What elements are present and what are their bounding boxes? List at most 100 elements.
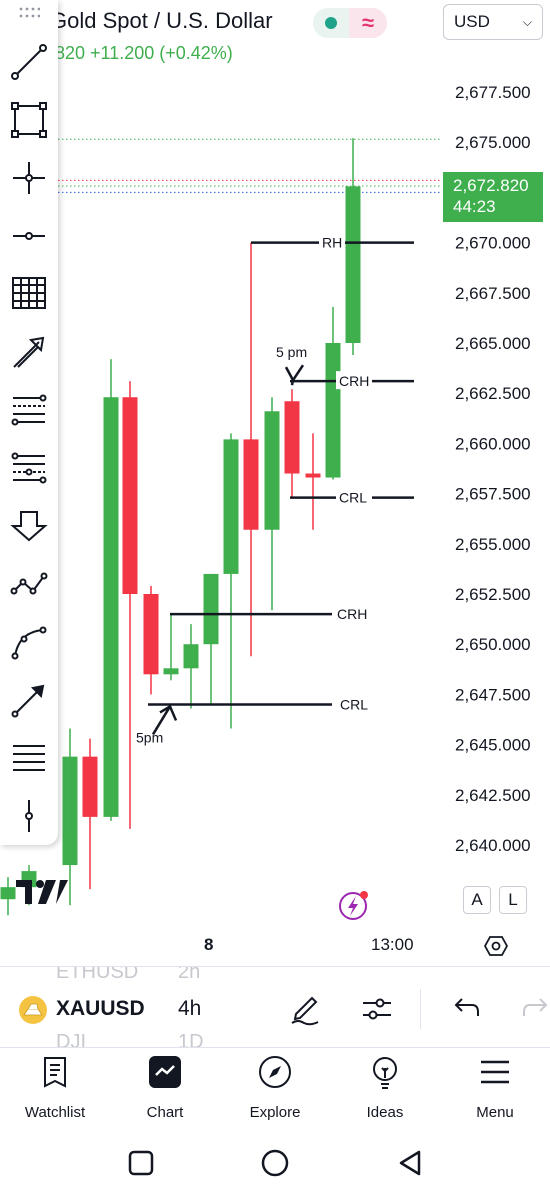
time-label-hour: 13:00 xyxy=(371,935,414,954)
candle xyxy=(243,242,259,657)
rectangle-icon[interactable] xyxy=(9,100,49,140)
candle-body xyxy=(122,397,138,594)
market-status-pill[interactable]: ≈ xyxy=(313,8,387,38)
back-icon[interactable] xyxy=(395,1148,425,1178)
price-tick-label: 2,677.500 xyxy=(455,83,531,102)
nav-label: Menu xyxy=(476,1104,514,1121)
drag-handle-icon[interactable] xyxy=(18,6,40,20)
nav-label: Watchlist xyxy=(24,1104,86,1121)
candle xyxy=(325,306,341,480)
symbol-bar[interactable]: ETHUSD 2h XAUUSD 4h DJI 1D xyxy=(0,966,550,1048)
arrow-down-icon[interactable] xyxy=(9,506,49,546)
timeframe-select[interactable]: 4h xyxy=(178,997,201,1021)
drawing-pen-icon[interactable] xyxy=(288,992,322,1026)
symbol-title[interactable]: Gold Spot / U.S. Dollar xyxy=(50,8,273,34)
price-tick-label: 2,660.000 xyxy=(455,434,531,453)
price-tick-label: 2,640.000 xyxy=(455,836,531,855)
candle-body xyxy=(163,668,179,675)
candle-body xyxy=(345,186,361,343)
currency-select[interactable]: USD ⌵ xyxy=(443,4,543,40)
candle xyxy=(103,359,119,821)
chart-icon xyxy=(149,1056,181,1088)
candle xyxy=(345,138,361,356)
five-pm-top-label: 5 pm xyxy=(276,344,307,360)
polyline-icon[interactable] xyxy=(9,564,49,604)
prev-timeframe[interactable]: 2h xyxy=(178,967,200,984)
vertical-line-icon[interactable] xyxy=(9,796,49,836)
horizontal-ray-icon[interactable] xyxy=(9,216,49,256)
price-tick-label: 2,667.500 xyxy=(455,284,531,303)
symbol-name[interactable]: XAUUSD xyxy=(56,997,145,1021)
rh-label: RH xyxy=(322,235,342,251)
price-tick-label: 2,670.000 xyxy=(455,234,531,253)
chart-settings-icon[interactable] xyxy=(484,934,508,958)
grid-icon[interactable] xyxy=(9,272,49,312)
candle xyxy=(203,573,219,705)
crh-bottom-label: CRH xyxy=(337,606,367,622)
lightbulb-icon xyxy=(373,1057,397,1089)
candle xyxy=(183,624,199,709)
compass-icon xyxy=(259,1056,291,1088)
fib-retracement-icon[interactable] xyxy=(9,390,49,430)
candle-body xyxy=(284,401,300,474)
crh-top-label: CRH xyxy=(339,373,369,389)
candle-body xyxy=(264,411,280,530)
fib-extension-icon[interactable] xyxy=(9,448,49,488)
gold-symbol-icon xyxy=(19,996,47,1024)
curve-icon[interactable] xyxy=(9,622,49,662)
prev-symbol[interactable]: ETHUSD xyxy=(56,967,138,984)
crosshair-icon[interactable] xyxy=(9,158,49,198)
price-tick-label: 2,675.000 xyxy=(455,133,531,152)
price-tick-label: 2,642.500 xyxy=(455,786,531,805)
arrow-line-icon[interactable] xyxy=(9,680,49,720)
chevron-down-icon: ⌵ xyxy=(522,15,532,29)
menu-icon xyxy=(481,1060,509,1084)
indicators-icon[interactable] xyxy=(360,992,394,1026)
candle-body xyxy=(82,756,98,817)
candle-body xyxy=(103,397,119,817)
candle-body xyxy=(0,887,16,900)
tradingview-logo-icon[interactable] xyxy=(16,876,68,906)
parallel-lines-icon[interactable] xyxy=(9,738,49,778)
candle xyxy=(163,614,179,681)
nav-menu[interactable]: Menu xyxy=(445,1054,545,1128)
price-tick-label: 2,657.500 xyxy=(455,485,531,504)
candle-body xyxy=(183,644,199,669)
arrow-icon[interactable] xyxy=(9,332,49,372)
bottom-navigation: Watchlist Chart Explore Ideas Menu xyxy=(0,1048,550,1130)
next-timeframe[interactable]: 1D xyxy=(178,1031,204,1047)
candle xyxy=(223,433,239,729)
price-level-lines xyxy=(58,138,440,193)
candle-body xyxy=(305,473,321,478)
price-tick-label: 2,645.000 xyxy=(455,736,531,755)
five-pm-bottom-label: 5pm xyxy=(136,729,163,745)
nav-ideas[interactable]: Ideas xyxy=(335,1054,435,1128)
candle-body xyxy=(62,756,78,866)
nav-watchlist[interactable]: Watchlist xyxy=(5,1054,105,1128)
price-tick-label: 2,655.000 xyxy=(455,535,531,554)
candle-body xyxy=(243,439,259,530)
trend-line-icon[interactable] xyxy=(9,42,49,82)
nav-chart[interactable]: Chart xyxy=(115,1054,215,1128)
next-symbol[interactable]: DJI xyxy=(56,1031,86,1047)
nav-explore[interactable]: Explore xyxy=(225,1054,325,1128)
price-chart[interactable]: RH CRH CRL CRH CRL 5 pm 5pm 2,677.500 2,675.000… xyxy=(0,0,550,966)
time-label-day: 8 xyxy=(204,935,214,954)
market-open-dot-icon xyxy=(325,17,337,29)
recents-icon[interactable] xyxy=(126,1148,156,1178)
price-tick-label: 2,665.000 xyxy=(455,334,531,353)
flash-alert-icon[interactable] xyxy=(337,888,371,922)
log-scale-button[interactable]: L xyxy=(499,886,527,914)
currency-value: USD xyxy=(454,12,490,31)
candle xyxy=(122,381,138,829)
price-tick-label: 2,662.500 xyxy=(455,384,531,403)
data-delay-icon: ≈ xyxy=(349,8,387,38)
undo-icon[interactable] xyxy=(448,992,482,1026)
candle xyxy=(284,389,300,498)
candle-body xyxy=(325,343,341,478)
candle xyxy=(82,738,98,890)
home-icon[interactable] xyxy=(260,1148,290,1178)
nav-label: Ideas xyxy=(366,1104,404,1121)
redo-icon[interactable] xyxy=(520,992,550,1026)
auto-scale-button[interactable]: A xyxy=(463,886,491,914)
